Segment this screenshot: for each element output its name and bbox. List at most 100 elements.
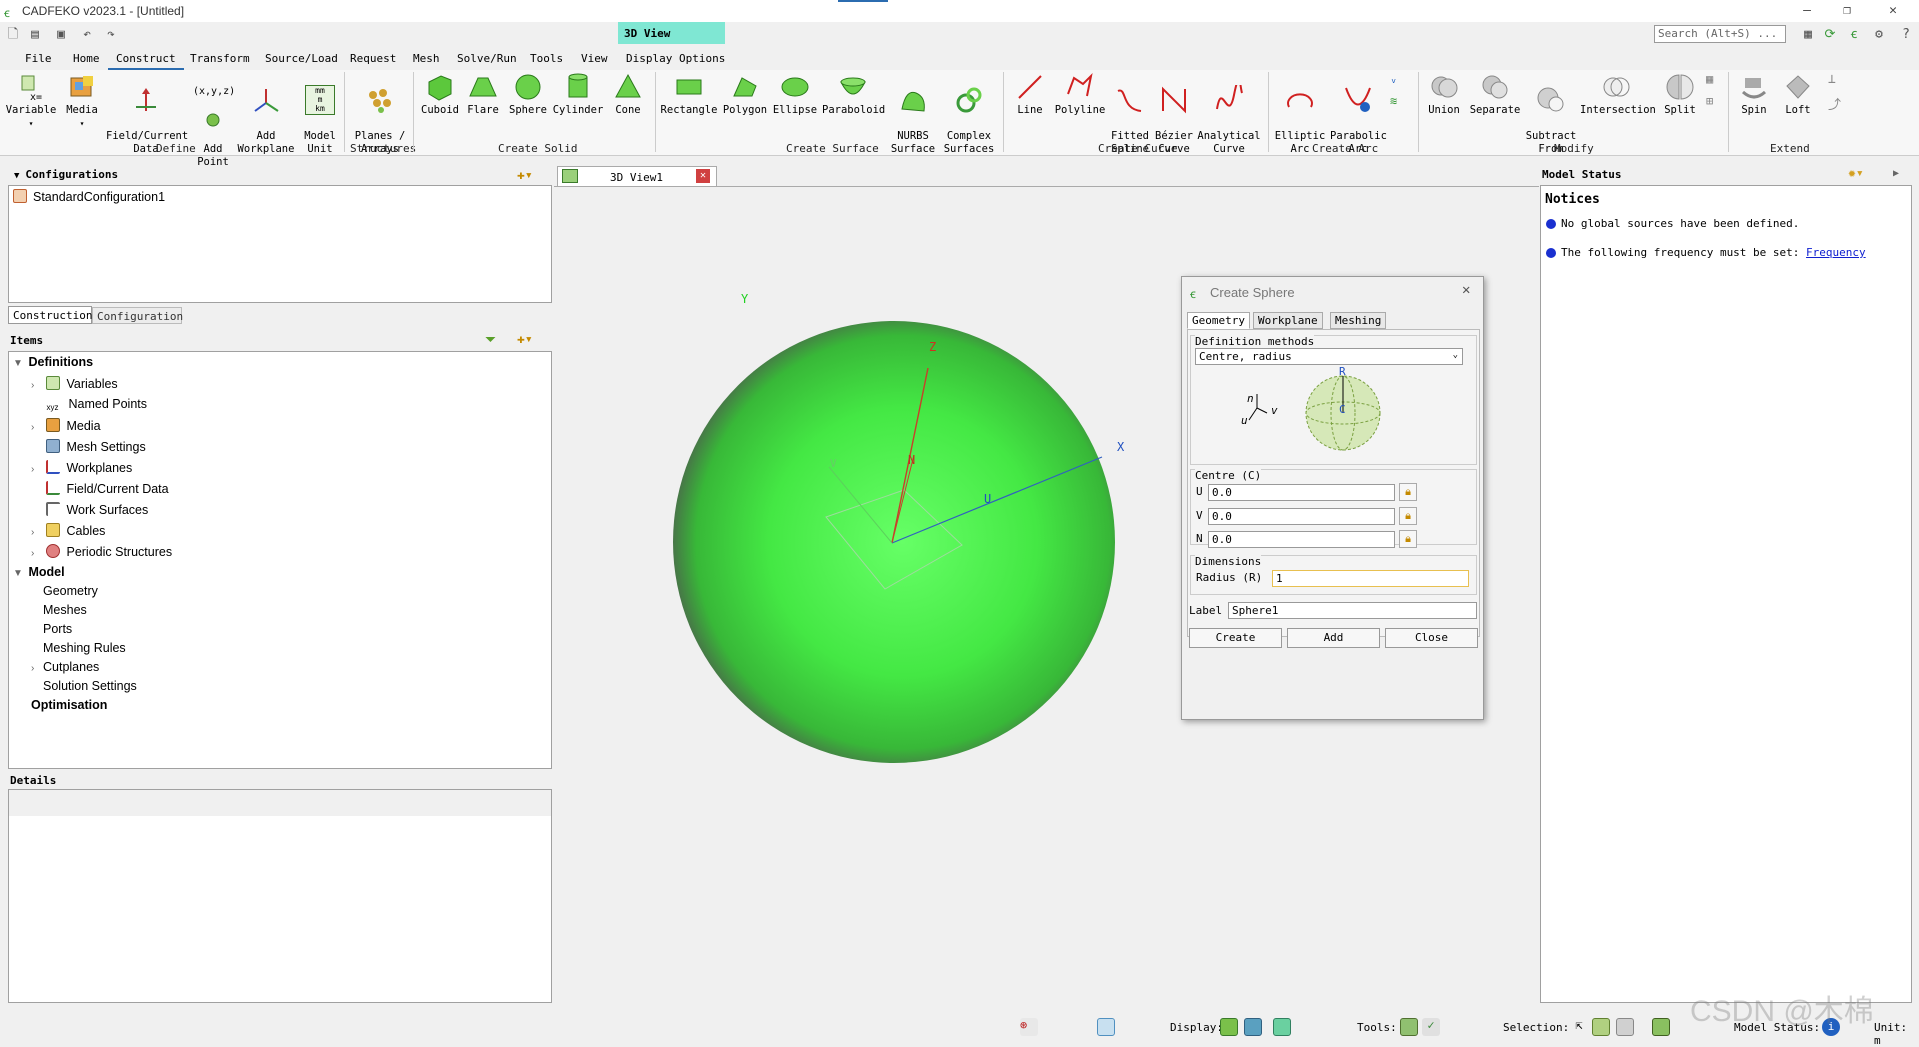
ellipse-button[interactable]: Ellipse [772,72,818,117]
minimize-button[interactable]: — [1787,0,1827,22]
close-tab-icon[interactable]: ✕ [696,169,710,183]
tree-item-geometry[interactable]: Geometry [43,584,98,602]
tree-item-cutplanes[interactable]: › Cutplanes [31,660,99,678]
layout-icon[interactable]: ▦ [1799,26,1817,44]
lock-icon[interactable]: 🔒︎ [1399,483,1417,501]
tree-item-cables[interactable]: › Cables [31,523,105,541]
tab-solve-run[interactable]: Solve/Run [449,50,525,70]
tree-item-media[interactable]: › Media [31,418,101,436]
sphere-button[interactable]: Sphere [506,72,550,117]
refresh-icon[interactable]: ⟳ [1821,26,1839,44]
tab-source-load[interactable]: Source/Load [257,50,346,70]
select-body-icon[interactable] [1592,1018,1610,1036]
record-icon[interactable]: ⊛ [1020,1018,1038,1036]
add-point-button[interactable]: (x,y,z) Add Point [193,72,235,169]
tab-home[interactable]: Home [65,50,108,70]
tree-item-mesh-settings[interactable]: Mesh Settings [31,439,146,457]
tree-item-ports[interactable]: Ports [43,622,72,640]
select-grid-icon[interactable] [1652,1018,1670,1036]
nurbs-surface-button[interactable]: NURBS Surface [888,72,938,156]
expand-caret-icon[interactable]: ▼ [13,568,25,579]
cuboid-button[interactable]: Cuboid [418,72,462,117]
cadfeko-app-icon[interactable]: ꞓ [1845,26,1863,44]
stitch-icon[interactable]: ⊞ [1706,94,1713,108]
tab-configuration[interactable]: Configuration [92,307,183,324]
create-button[interactable]: Create [1189,628,1282,648]
expand-caret-icon[interactable]: › [31,548,43,559]
add-configuration-icon[interactable]: ✚▾ [517,168,533,183]
tree-node-model[interactable]: ▼ Model [13,565,65,583]
split-button[interactable]: Split [1656,72,1704,117]
expand-caret-icon[interactable]: › [31,422,43,433]
expand-caret-icon[interactable]: › [31,663,43,674]
view-toggle-icon[interactable] [1097,1018,1115,1036]
expand-caret-icon[interactable]: › [31,464,43,475]
label-input[interactable]: Sphere1 [1228,602,1477,619]
tree-node-definitions[interactable]: ▼ Definitions [13,355,93,373]
arc-option-icon[interactable]: ᵥ [1390,72,1397,86]
union-button[interactable]: Union [1422,72,1466,117]
undo-icon[interactable]: ↶ [78,26,96,44]
extrude-icon[interactable]: ⊥ [1828,72,1836,87]
display-wire-icon[interactable] [1273,1018,1291,1036]
context-tab-3d-view[interactable]: 3D View [618,22,725,44]
model-unit-button[interactable]: mm m km Model Unit [300,72,340,156]
display-solid-icon[interactable] [1220,1018,1238,1036]
tree-item-field-current-data[interactable]: Field/Current Data [31,481,169,499]
tree-item-periodic-structures[interactable]: › Periodic Structures [31,544,172,562]
spin-button[interactable]: Spin [1732,72,1776,117]
close-window-button[interactable]: ✕ [1873,0,1913,22]
cylinder-button[interactable]: Cylinder [552,72,604,117]
cone-button[interactable]: Cone [608,72,648,117]
flare-button[interactable]: Flare [463,72,503,117]
tab-transform[interactable]: Transform [182,50,258,70]
filter-icon[interactable]: ⏷ [485,332,496,348]
redo-icon[interactable]: ↷ [102,26,120,44]
tools-icon-1[interactable] [1400,1018,1418,1036]
search-input[interactable]: Search (Alt+S) ... [1654,25,1786,43]
polyline-button[interactable]: Polyline [1052,72,1108,117]
line-button[interactable]: Line [1010,72,1050,117]
configuration-item[interactable]: StandardConfiguration1 [13,189,165,207]
dialog-tab-workplane[interactable]: Workplane [1253,312,1323,329]
tree-item-work-surfaces[interactable]: Work Surfaces [31,502,148,520]
tab-request[interactable]: Request [342,50,404,70]
tools-check-icon[interactable]: ✓ [1422,1018,1440,1036]
add-button[interactable]: Add [1287,628,1380,648]
sweep-icon[interactable]: ⤴ [1828,94,1841,113]
restore-button[interactable]: ❐ [1827,0,1867,22]
dialog-tab-geometry[interactable]: Geometry [1187,312,1250,329]
tab-construct[interactable]: Construct [108,50,184,70]
tree-item-variables[interactable]: › Variables [31,376,118,394]
dialog-tab-meshing[interactable]: Meshing [1330,312,1387,329]
lock-icon[interactable]: 🔒︎ [1399,507,1417,525]
centre-u-input[interactable]: 0.0 [1208,484,1395,501]
tab-display-options[interactable]: Display Options [618,50,733,70]
add-item-icon[interactable]: ✚▾ [517,332,533,347]
variable-button[interactable]: x= Variable ▾ [4,72,58,130]
new-file-icon[interactable]: 🗋 [4,26,22,44]
separate-button[interactable]: Separate [1468,72,1522,117]
rectangle-button[interactable]: Rectangle [660,72,718,117]
model-status-settings-icon[interactable]: ✹▾ [1848,166,1864,181]
panel-expand-icon[interactable]: ▶ [1893,168,1899,179]
lock-icon[interactable]: 🔒︎ [1399,530,1417,548]
frequency-link[interactable]: Frequency [1806,246,1866,259]
paraboloid-button[interactable]: Paraboloid [822,72,885,117]
loft-button[interactable]: Loft [1778,72,1818,117]
centre-n-input[interactable]: 0.0 [1208,531,1395,548]
analytical-curve-button[interactable]: Analytical Curve [1196,72,1262,156]
tree-item-meshes[interactable]: Meshes [43,603,87,621]
tree-item-meshing-rules[interactable]: Meshing Rules [43,641,126,659]
open-file-icon[interactable]: ▤ [26,26,44,44]
view-tab[interactable]: 3D View1 ✕ [557,166,717,186]
tree-node-optimisation[interactable]: Optimisation [31,698,107,716]
tab-file[interactable]: File [17,50,60,70]
intersection-button[interactable]: Intersection [1580,72,1656,117]
tree-item-workplanes[interactable]: › Workplanes [31,460,132,478]
add-workplane-button[interactable]: Add Workplane [236,72,296,156]
tree-item-named-points[interactable]: xyz Named Points [31,397,147,415]
collapse-caret-icon[interactable]: ▼ [14,171,19,181]
polygon-button[interactable]: Polygon [722,72,768,117]
display-mesh-icon[interactable] [1244,1018,1262,1036]
